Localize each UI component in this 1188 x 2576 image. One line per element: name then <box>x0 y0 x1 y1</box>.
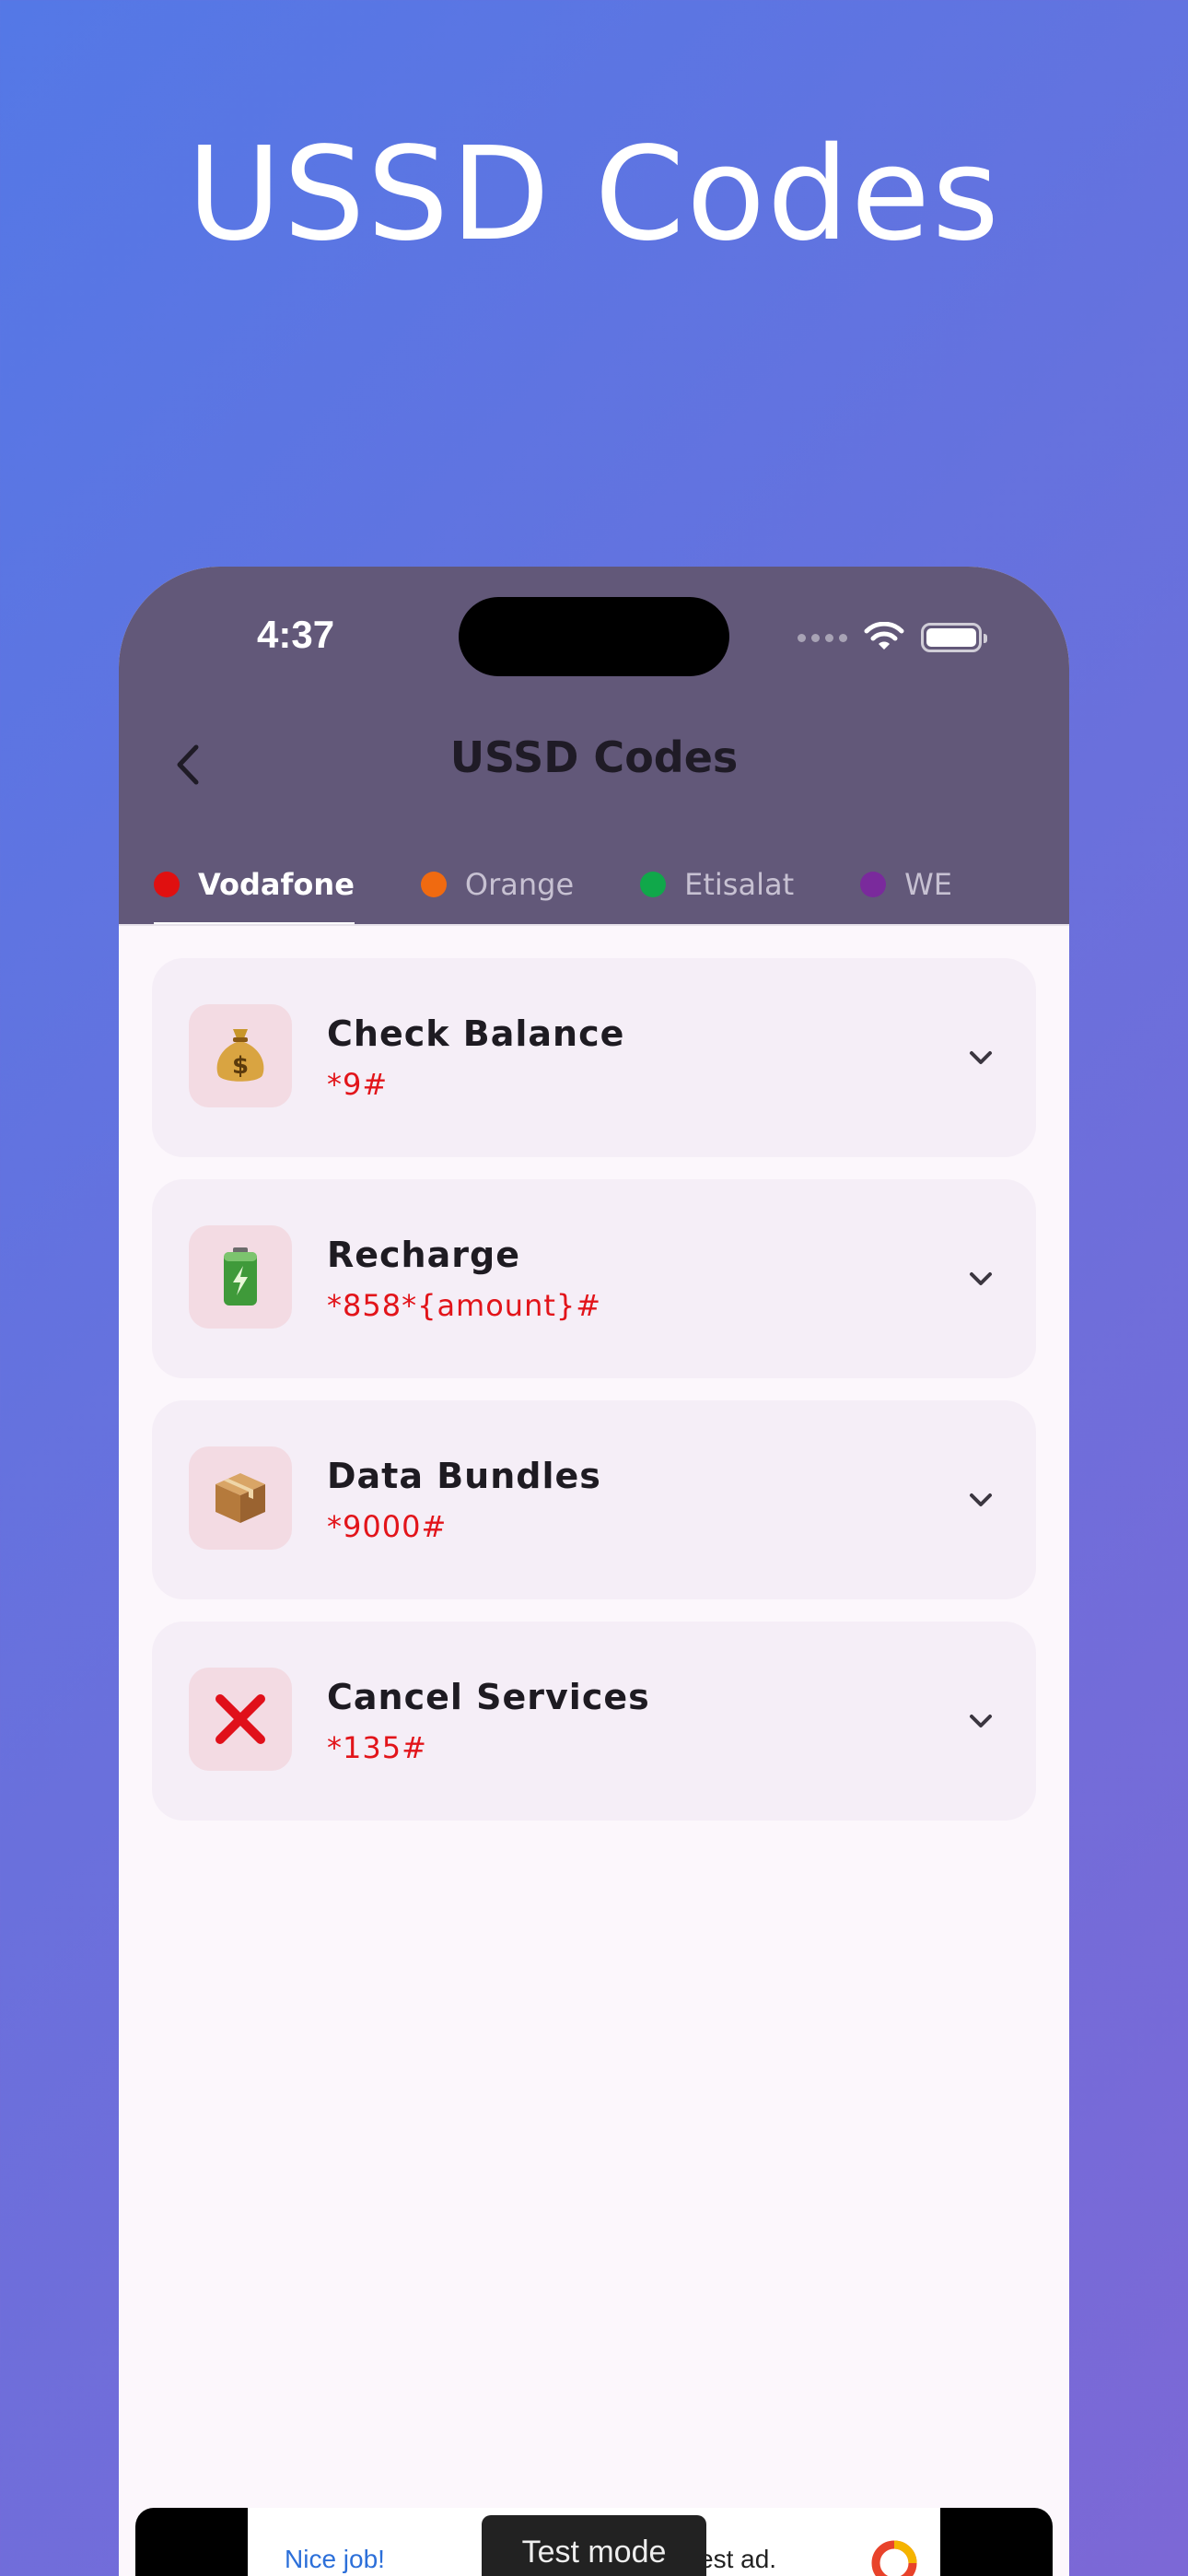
cross-mark-icon <box>189 1668 292 1771</box>
page-title: USSD Codes <box>449 732 739 782</box>
operator-tabs: Vodafone Orange Etisalat WE <box>154 843 1019 926</box>
status-time: 4:37 <box>257 613 335 656</box>
item-title: Check Balance <box>327 1013 625 1054</box>
ad-right-text: est ad. <box>699 2545 777 2573</box>
list-item-check-balance[interactable]: $ Check Balance *9# <box>152 958 1036 1157</box>
money-bag-icon: $ <box>189 1004 292 1107</box>
item-code: *9# <box>327 1067 389 1102</box>
svg-text:$: $ <box>232 1052 249 1080</box>
chevron-down-icon[interactable] <box>962 1481 999 1518</box>
wifi-icon <box>864 622 904 650</box>
phone-screen: 4:37 USSD Codes Vodafone Orange Etisalat… <box>119 567 1069 2576</box>
dynamic-island <box>459 597 729 676</box>
tab-vodafone[interactable]: Vodafone <box>154 843 355 926</box>
item-code: *858*{amount}# <box>327 1288 602 1323</box>
item-title: Data Bundles <box>327 1456 601 1496</box>
app-header: 4:37 USSD Codes Vodafone Orange Etisalat… <box>119 567 1069 926</box>
battery-icon <box>189 1225 292 1329</box>
we-dot-icon <box>860 872 887 897</box>
item-title: Cancel Services <box>327 1677 650 1717</box>
ussd-code-list: $ Check Balance *9# Recharge *858*{amoun… <box>152 958 1036 1843</box>
tab-label: Orange <box>464 867 575 902</box>
chevron-down-icon[interactable] <box>962 1260 999 1297</box>
item-code: *135# <box>327 1730 427 1765</box>
list-item-recharge[interactable]: Recharge *858*{amount}# <box>152 1179 1036 1378</box>
etisalat-dot-icon <box>640 872 667 897</box>
tab-we[interactable]: WE <box>860 843 952 926</box>
test-mode-badge: Test mode <box>482 2515 706 2576</box>
ad-banner[interactable]: Nice job! est ad. Test mode <box>135 2508 1053 2576</box>
tab-orange[interactable]: Orange <box>420 843 575 926</box>
list-item-data-bundles[interactable]: Data Bundles *9000# <box>152 1400 1036 1599</box>
package-icon <box>189 1446 292 1550</box>
tab-label: Vodafone <box>198 867 355 902</box>
list-item-cancel-services[interactable]: Cancel Services *135# <box>152 1622 1036 1821</box>
status-icons <box>798 622 987 653</box>
tab-divider <box>119 924 1069 926</box>
orange-dot-icon <box>420 872 447 897</box>
item-code: *9000# <box>327 1509 448 1544</box>
tab-label: WE <box>904 867 952 902</box>
chevron-down-icon[interactable] <box>962 1039 999 1076</box>
hero-title: USSD Codes <box>187 120 1001 270</box>
ad-left-text: Nice job! <box>285 2545 385 2573</box>
vodafone-dot-icon <box>154 872 180 897</box>
chevron-down-icon[interactable] <box>962 1703 999 1739</box>
tab-label: Etisalat <box>684 867 795 902</box>
ad-logo-icon <box>871 2540 917 2576</box>
item-title: Recharge <box>327 1235 520 1275</box>
tab-etisalat[interactable]: Etisalat <box>640 843 794 926</box>
cellular-signal-icon <box>798 633 847 642</box>
battery-icon <box>921 623 987 652</box>
